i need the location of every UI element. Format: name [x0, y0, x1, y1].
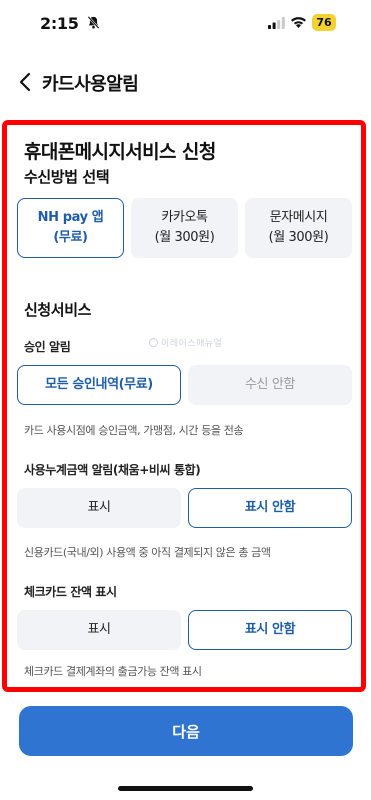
next-button[interactable]: 다음 — [19, 706, 353, 756]
cumulative-option-show[interactable]: 표시 — [17, 488, 181, 528]
balance-label: 체크카드 잔액 표시 — [24, 585, 117, 599]
cumulative-option-hide[interactable]: 표시 안함 — [188, 488, 352, 528]
wifi-icon — [291, 17, 306, 28]
battery-level: 76 — [316, 16, 332, 29]
status-bar: 2:15 76 — [0, 0, 371, 44]
method-heading: 수신방법 선택 — [24, 168, 110, 186]
home-indicator — [118, 786, 253, 791]
signal-icon — [268, 17, 285, 29]
approval-option-all[interactable]: 모든 승인내역(무료) — [17, 365, 181, 405]
method-option-line2: (무료) — [53, 230, 88, 245]
cumulative-description: 신용카드(국내/외) 사용액 중 아직 결제되지 않은 총 금액 — [24, 546, 271, 559]
balance-option-label: 표시 안함 — [244, 622, 296, 637]
watermark-icon — [149, 338, 158, 347]
cumulative-label: 사용누계금액 알림(채움+비씨 통합) — [24, 463, 201, 477]
watermark-text: 이레이스매뉴얼 — [161, 339, 223, 349]
approval-option-none[interactable]: 수신 안함 — [188, 365, 352, 405]
balance-option-show[interactable]: 표시 — [17, 610, 181, 650]
service-heading: 신청서비스 — [24, 301, 92, 319]
highlighted-settings-panel: 휴대폰메시지서비스 신청 수신방법 선택 NH pay 앱 (무료) 카카오톡 … — [2, 120, 366, 692]
bell-slash-icon — [87, 16, 100, 29]
method-option-line2: (월 300원) — [268, 230, 329, 245]
balance-description: 체크카드 결제계좌의 출금가능 잔액 표시 — [24, 665, 202, 678]
page-title: 카드사용알림 — [42, 74, 139, 95]
top-nav: 카드사용알림 — [0, 62, 371, 102]
status-time: 2:15 — [40, 14, 79, 33]
next-button-label: 다음 — [172, 722, 200, 741]
service-title: 휴대폰메시지서비스 신청 — [24, 141, 216, 163]
approval-label: 승인 알림 — [24, 340, 71, 354]
cumulative-option-label: 표시 안함 — [244, 500, 296, 515]
method-option-nh-pay[interactable]: NH pay 앱 (무료) — [17, 198, 124, 258]
method-option-kakaotalk[interactable]: 카카오톡 (월 300원) — [131, 198, 238, 258]
balance-option-hide[interactable]: 표시 안함 — [188, 610, 352, 650]
approval-description: 카드 사용시점에 승인금액, 가맹점, 시간 등을 전송 — [24, 424, 244, 437]
method-option-sms[interactable]: 문자메시지 (월 300원) — [245, 198, 352, 258]
approval-option-label: 수신 안함 — [245, 377, 295, 392]
balance-option-label: 표시 — [87, 622, 111, 637]
watermark: 이레이스매뉴얼 — [149, 336, 222, 349]
method-option-line2: (월 300원) — [154, 230, 215, 245]
method-option-line1: NH pay 앱 — [37, 210, 104, 225]
chevron-left-icon[interactable] — [14, 70, 38, 94]
battery-icon: 76 — [312, 14, 336, 31]
cumulative-option-label: 표시 — [87, 500, 111, 515]
method-option-line1: 문자메시지 — [269, 210, 328, 225]
approval-option-label: 모든 승인내역(무료) — [45, 377, 153, 392]
method-option-line1: 카카오톡 — [161, 210, 208, 225]
